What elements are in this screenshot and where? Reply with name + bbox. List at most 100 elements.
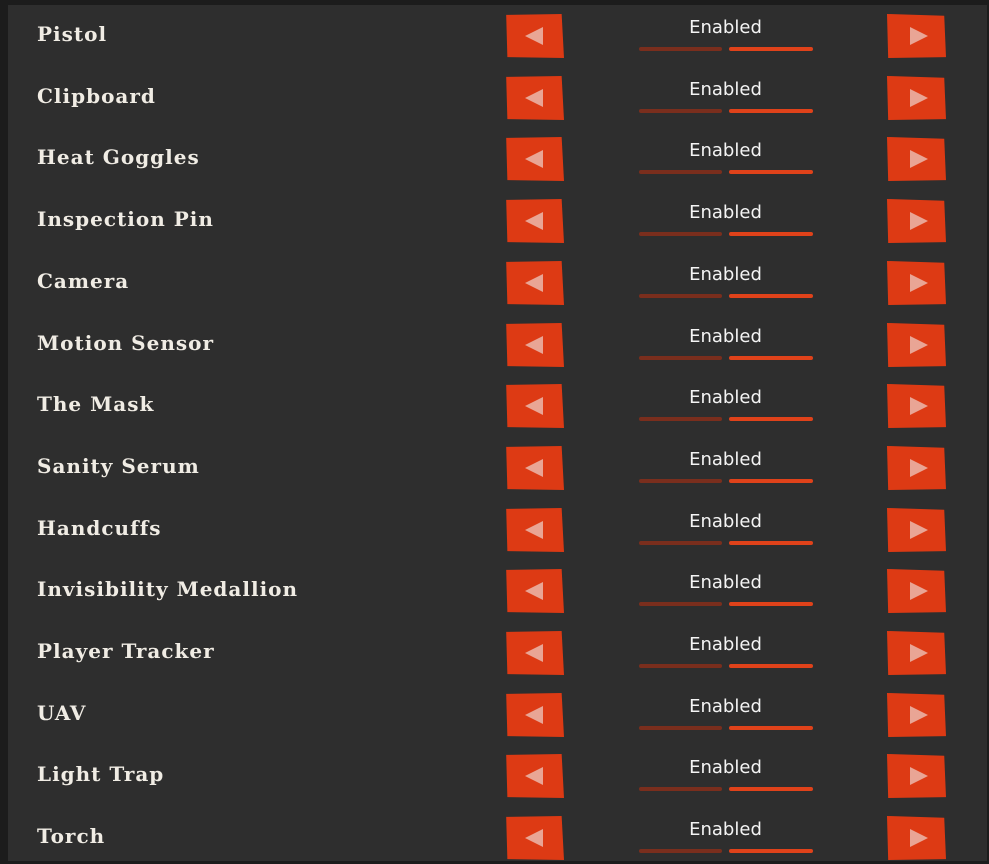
option-indicator-enabled — [729, 109, 813, 113]
triangle-right-icon — [910, 27, 928, 45]
next-option-button[interactable] — [887, 199, 946, 243]
setting-value: Enabled — [689, 326, 762, 347]
option-indicator-enabled — [729, 417, 813, 421]
previous-option-button[interactable] — [506, 754, 564, 798]
triangle-left-icon — [525, 397, 543, 415]
setting-row-pistol: Pistol Enabled — [8, 5, 987, 67]
previous-option-button[interactable] — [506, 323, 564, 367]
previous-option-button[interactable] — [506, 569, 564, 613]
triangle-right-icon — [910, 829, 928, 847]
setting-label: Torch — [37, 824, 106, 848]
next-option-button[interactable] — [887, 508, 946, 552]
setting-label: Motion Sensor — [37, 331, 215, 355]
option-indicator-enabled — [729, 602, 813, 606]
triangle-left-icon — [525, 212, 543, 230]
next-option-button[interactable] — [887, 446, 946, 490]
option-indicator-enabled — [729, 294, 813, 298]
next-option-button[interactable] — [887, 816, 946, 860]
setting-value: Enabled — [689, 511, 762, 532]
setting-label: The Mask — [37, 392, 155, 416]
setting-value: Enabled — [689, 634, 762, 655]
triangle-right-icon — [910, 767, 928, 785]
option-indicator-disabled — [639, 417, 722, 421]
previous-option-button[interactable] — [506, 199, 564, 243]
setting-row-camera: Camera Enabled — [8, 252, 987, 314]
option-indicator-enabled — [729, 170, 813, 174]
previous-option-button[interactable] — [506, 693, 564, 737]
setting-label: Sanity Serum — [37, 454, 200, 478]
next-option-button[interactable] — [887, 693, 946, 737]
triangle-right-icon — [910, 212, 928, 230]
previous-option-button[interactable] — [506, 816, 564, 860]
option-indicator-enabled — [729, 47, 813, 51]
option-indicator-disabled — [639, 294, 722, 298]
option-indicator-disabled — [639, 170, 722, 174]
setting-row-player-tracker: Player Tracker Enabled — [8, 622, 987, 684]
option-indicator-enabled — [729, 479, 813, 483]
triangle-right-icon — [910, 459, 928, 477]
setting-label: Inspection Pin — [37, 207, 214, 231]
setting-row-invisibility-medallion: Invisibility Medallion Enabled — [8, 560, 987, 622]
setting-value: Enabled — [689, 387, 762, 408]
next-option-button[interactable] — [887, 323, 946, 367]
setting-value: Enabled — [689, 757, 762, 778]
triangle-left-icon — [525, 706, 543, 724]
setting-row-handcuffs: Handcuffs Enabled — [8, 499, 987, 561]
next-option-button[interactable] — [887, 631, 946, 675]
option-indicator-disabled — [639, 356, 722, 360]
next-option-button[interactable] — [887, 137, 946, 181]
setting-value: Enabled — [689, 572, 762, 593]
triangle-left-icon — [525, 582, 543, 600]
option-indicator-disabled — [639, 602, 722, 606]
setting-value: Enabled — [689, 449, 762, 470]
triangle-right-icon — [910, 706, 928, 724]
setting-row-uav: UAV Enabled — [8, 684, 987, 746]
setting-value: Enabled — [689, 819, 762, 840]
setting-label: Clipboard — [37, 84, 156, 108]
next-option-button[interactable] — [887, 384, 946, 428]
next-option-button[interactable] — [887, 261, 946, 305]
setting-value: Enabled — [689, 696, 762, 717]
option-indicator-enabled — [729, 726, 813, 730]
previous-option-button[interactable] — [506, 446, 564, 490]
setting-label: Player Tracker — [37, 639, 215, 663]
previous-option-button[interactable] — [506, 14, 564, 58]
triangle-left-icon — [525, 459, 543, 477]
next-option-button[interactable] — [887, 14, 946, 58]
setting-row-torch: Torch Enabled — [8, 807, 987, 861]
triangle-right-icon — [910, 397, 928, 415]
setting-value: Enabled — [689, 79, 762, 100]
setting-label: Handcuffs — [37, 516, 162, 540]
option-indicator-disabled — [639, 787, 722, 791]
option-indicator-enabled — [729, 849, 813, 853]
option-indicator-enabled — [729, 787, 813, 791]
option-indicator-disabled — [639, 664, 722, 668]
previous-option-button[interactable] — [506, 76, 564, 120]
previous-option-button[interactable] — [506, 384, 564, 428]
option-indicator-disabled — [639, 109, 722, 113]
setting-label: Heat Goggles — [37, 145, 200, 169]
previous-option-button[interactable] — [506, 631, 564, 675]
setting-row-clipboard: Clipboard Enabled — [8, 67, 987, 129]
option-indicator-disabled — [639, 232, 722, 236]
triangle-left-icon — [525, 274, 543, 292]
setting-value: Enabled — [689, 140, 762, 161]
triangle-left-icon — [525, 150, 543, 168]
setting-row-light-trap: Light Trap Enabled — [8, 745, 987, 807]
option-indicator-disabled — [639, 849, 722, 853]
option-indicator-enabled — [729, 356, 813, 360]
setting-value: Enabled — [689, 264, 762, 285]
triangle-right-icon — [910, 582, 928, 600]
previous-option-button[interactable] — [506, 137, 564, 181]
next-option-button[interactable] — [887, 754, 946, 798]
triangle-left-icon — [525, 644, 543, 662]
triangle-left-icon — [525, 767, 543, 785]
option-indicator-disabled — [639, 541, 722, 545]
triangle-right-icon — [910, 644, 928, 662]
previous-option-button[interactable] — [506, 261, 564, 305]
option-indicator-disabled — [639, 726, 722, 730]
next-option-button[interactable] — [887, 76, 946, 120]
next-option-button[interactable] — [887, 569, 946, 613]
setting-label: Pistol — [37, 22, 108, 46]
previous-option-button[interactable] — [506, 508, 564, 552]
